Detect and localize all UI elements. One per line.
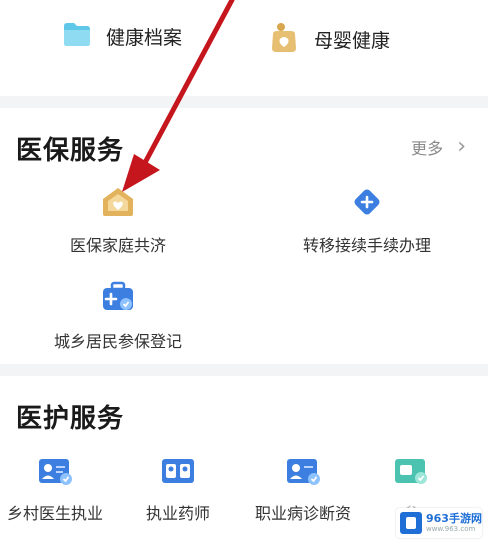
resident-insurance-registration-item[interactable]: 城乡居民参保登记 bbox=[48, 280, 188, 352]
site-watermark: 963手游网 www.963.com bbox=[396, 508, 482, 538]
quick-entry-card: 健康档案 母婴健康 bbox=[0, 0, 488, 96]
medical-kit-icon bbox=[101, 280, 135, 318]
chevron-right-icon: › bbox=[457, 134, 466, 159]
pharmacist-card-icon bbox=[160, 456, 196, 490]
family-mutual-aid-item[interactable]: 医保家庭共济 bbox=[58, 186, 178, 256]
health-records-label: 健康档案 bbox=[106, 26, 183, 49]
more-link[interactable]: 更多 › bbox=[411, 134, 466, 159]
certificate-icon bbox=[393, 456, 429, 490]
watermark-sub-text: www.963.com bbox=[426, 525, 476, 533]
watermark-logo-icon bbox=[400, 512, 422, 534]
village-doctor-item[interactable]: 乡村医生执业 bbox=[0, 456, 110, 524]
occupational-diagnosis-label: 职业病诊断资 bbox=[254, 504, 351, 523]
watermark-main-text: 963手游网 bbox=[426, 512, 482, 525]
baby-bag-icon bbox=[268, 20, 300, 58]
licensed-pharmacist-label: 执业药师 bbox=[145, 504, 210, 523]
health-records-entry[interactable]: 健康档案 bbox=[62, 20, 182, 52]
more-label: 更多 bbox=[411, 138, 444, 158]
village-doctor-label: 乡村医生执业 bbox=[6, 504, 103, 523]
occupational-diagnosis-item[interactable]: 职业病诊断资 bbox=[248, 456, 358, 524]
resident-insurance-registration-label: 城乡居民参保登记 bbox=[53, 332, 182, 351]
house-heart-icon bbox=[101, 186, 135, 222]
transfer-procedure-label: 转移接续手续办理 bbox=[302, 236, 431, 255]
maternal-health-label: 母婴健康 bbox=[314, 29, 391, 52]
maternal-health-entry[interactable]: 母婴健康 bbox=[268, 20, 390, 58]
section-title-yibao: 医保服务 bbox=[16, 136, 125, 166]
diagnosis-card-icon bbox=[285, 456, 321, 490]
doctor-card-icon bbox=[37, 456, 73, 490]
family-mutual-aid-label: 医保家庭共济 bbox=[69, 236, 166, 255]
licensed-pharmacist-item[interactable]: 执业药师 bbox=[128, 456, 228, 524]
folder-icon bbox=[62, 20, 92, 52]
medical-insurance-section: 医保服务 更多 › 医保家庭共济 转移接续手续办理 城乡居民参保登记 bbox=[0, 108, 488, 364]
diamond-plus-icon bbox=[351, 186, 383, 222]
section-title-yihu: 医护服务 bbox=[16, 404, 125, 434]
transfer-procedure-item[interactable]: 转移接续手续办理 bbox=[292, 186, 442, 256]
